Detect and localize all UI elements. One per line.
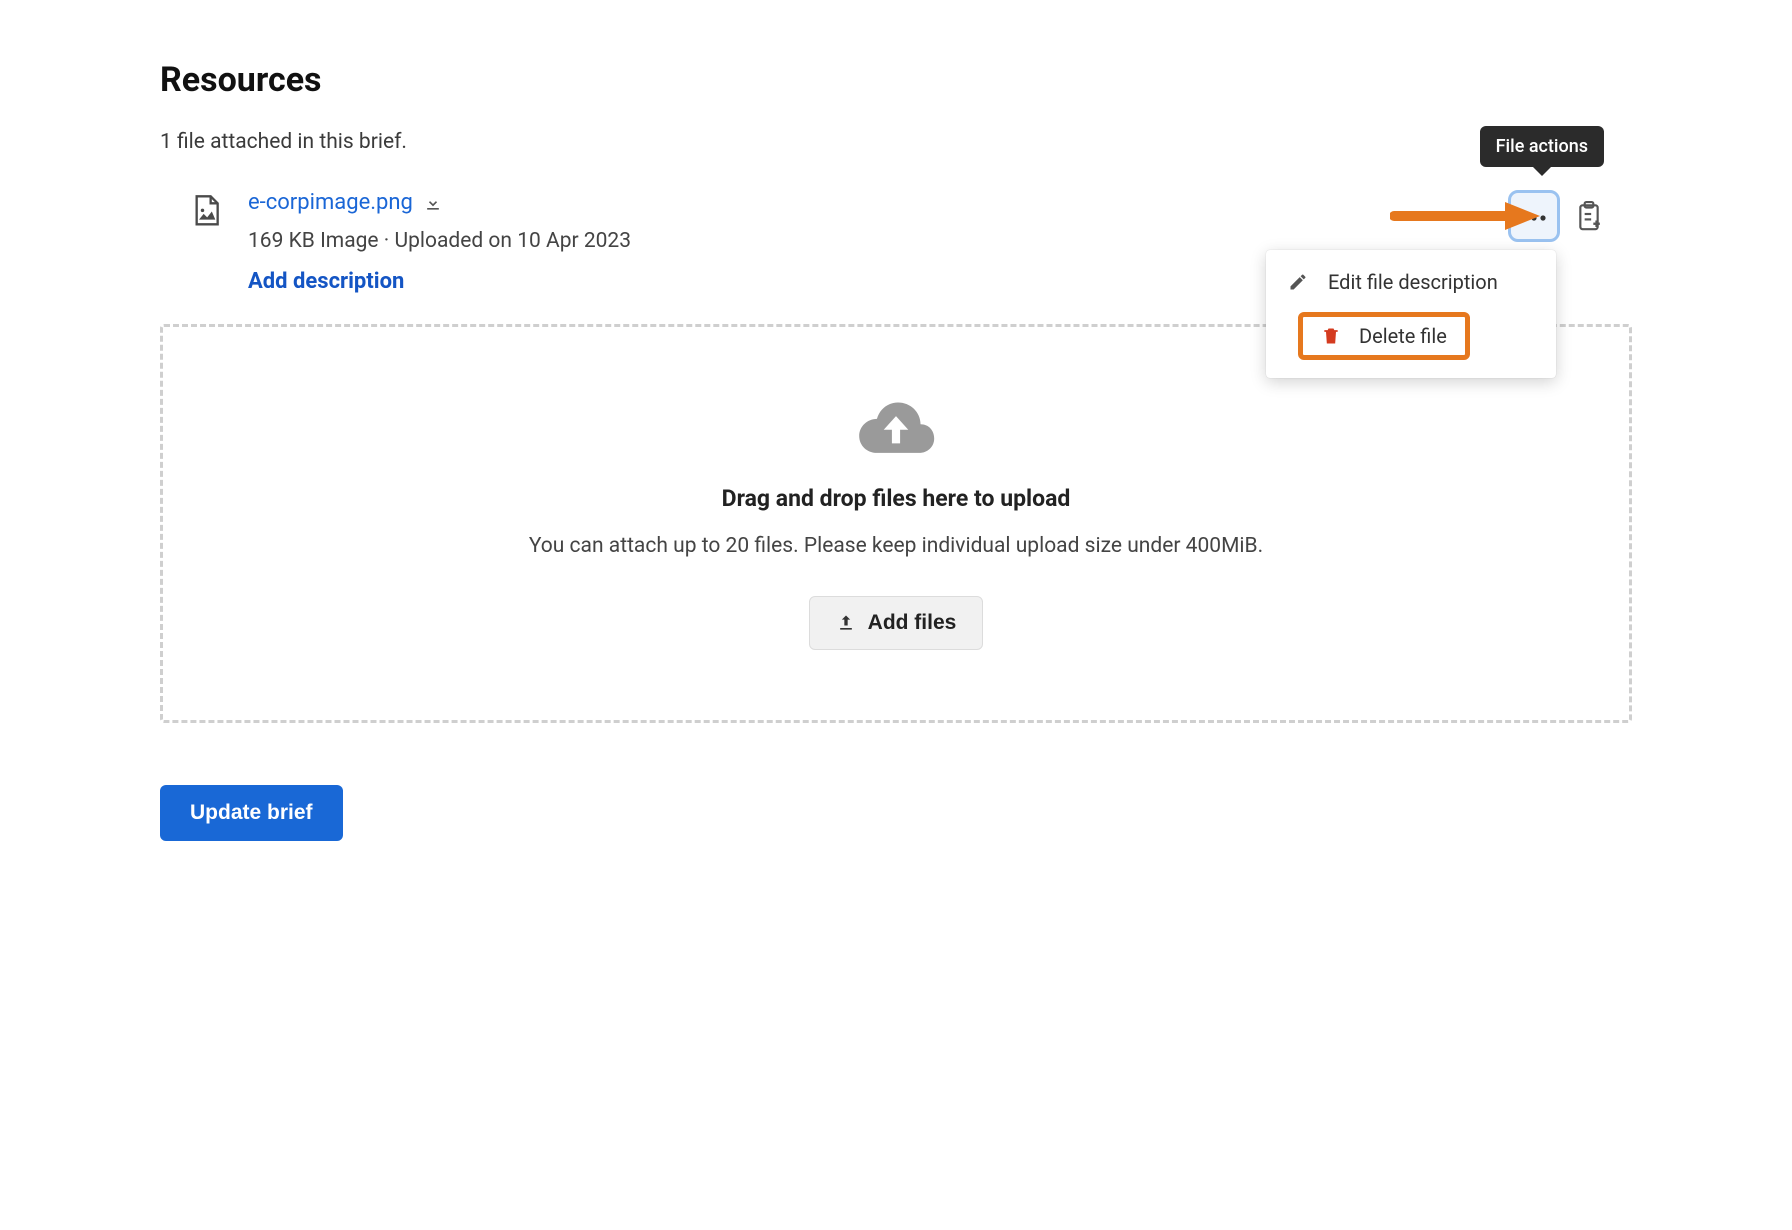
add-files-label: Add files — [868, 611, 957, 635]
page-title: Resources — [160, 60, 1632, 100]
file-actions-menu: Edit file description Delete file — [1266, 250, 1556, 378]
annotation-highlight: Delete file — [1298, 312, 1470, 360]
menu-delete-label: Delete file — [1359, 324, 1447, 348]
add-description-link[interactable]: Add description — [248, 269, 404, 294]
upload-icon — [836, 613, 856, 633]
pencil-icon — [1288, 272, 1308, 292]
menu-edit-label: Edit file description — [1328, 270, 1498, 294]
file-actions-tooltip: File actions — [1480, 126, 1604, 167]
cloud-upload-icon — [203, 397, 1589, 457]
trash-icon — [1321, 326, 1341, 346]
menu-edit-description[interactable]: Edit file description — [1266, 260, 1556, 304]
dropzone[interactable]: Drag and drop files here to upload You c… — [160, 324, 1632, 723]
clipboard-add-icon[interactable] — [1576, 201, 1602, 231]
add-files-button[interactable]: Add files — [809, 596, 984, 650]
attached-count: 1 file attached in this brief. — [160, 130, 1632, 154]
dropzone-subtitle: You can attach up to 20 files. Please ke… — [203, 534, 1589, 558]
file-image-icon — [192, 194, 220, 228]
update-brief-button[interactable]: Update brief — [160, 785, 343, 841]
annotation-arrow — [1390, 198, 1540, 234]
file-row: e-corpimage.png 169 KB Image · Uploaded … — [160, 190, 1632, 294]
file-name-link[interactable]: e-corpimage.png — [248, 190, 413, 215]
download-icon[interactable] — [423, 193, 443, 213]
dropzone-title: Drag and drop files here to upload — [203, 485, 1589, 512]
menu-delete-file[interactable]: Delete file — [1266, 304, 1556, 368]
